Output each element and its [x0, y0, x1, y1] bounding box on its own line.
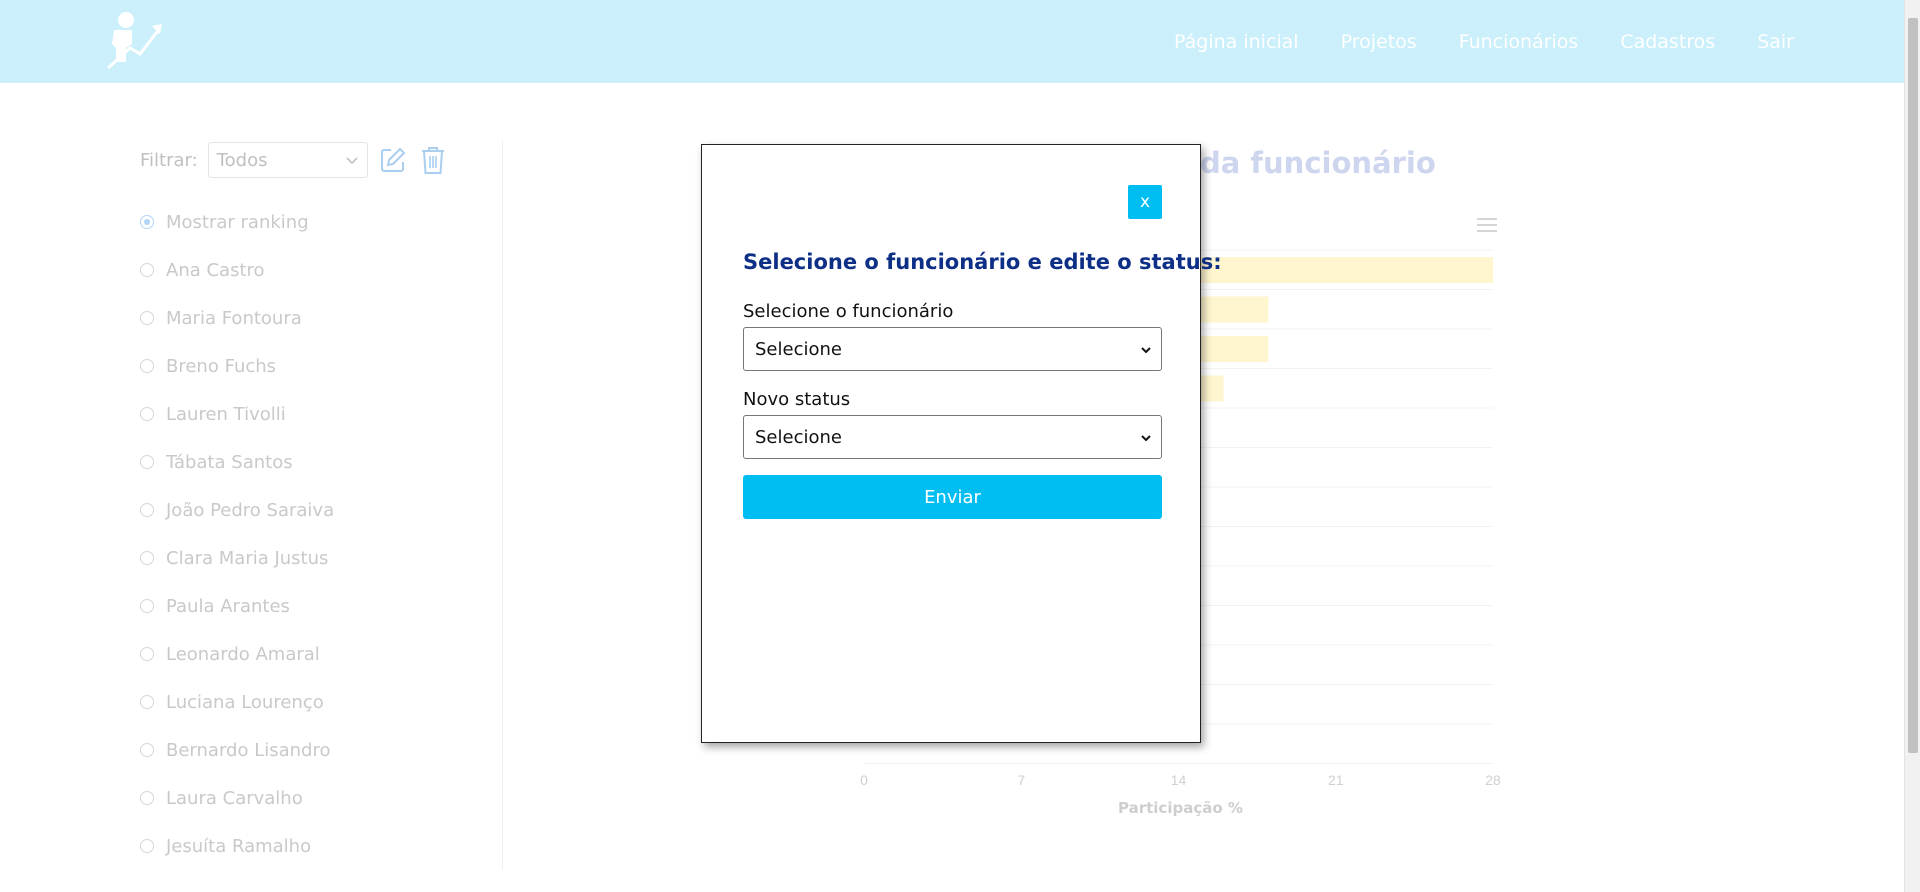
employee-select[interactable]: Selecione: [743, 327, 1162, 371]
modal-title: Selecione o funcionário e edite o status…: [743, 250, 1222, 274]
status-select-value: Selecione: [755, 426, 842, 448]
close-button[interactable]: x: [1128, 185, 1162, 219]
scrollbar-thumb[interactable]: [1908, 18, 1918, 753]
employee-select-value: Selecione: [755, 338, 842, 360]
page-scrollbar[interactable]: [1904, 0, 1920, 892]
submit-button[interactable]: Enviar: [743, 475, 1162, 519]
chevron-down-icon: [1141, 435, 1151, 442]
edit-status-modal: x Selecione o funcionário e edite o stat…: [701, 144, 1222, 743]
status-label: Novo status: [743, 389, 851, 410]
employee-label: Selecione o funcionário: [743, 301, 954, 322]
chevron-down-icon: [1141, 347, 1151, 354]
status-select[interactable]: Selecione: [743, 415, 1162, 459]
